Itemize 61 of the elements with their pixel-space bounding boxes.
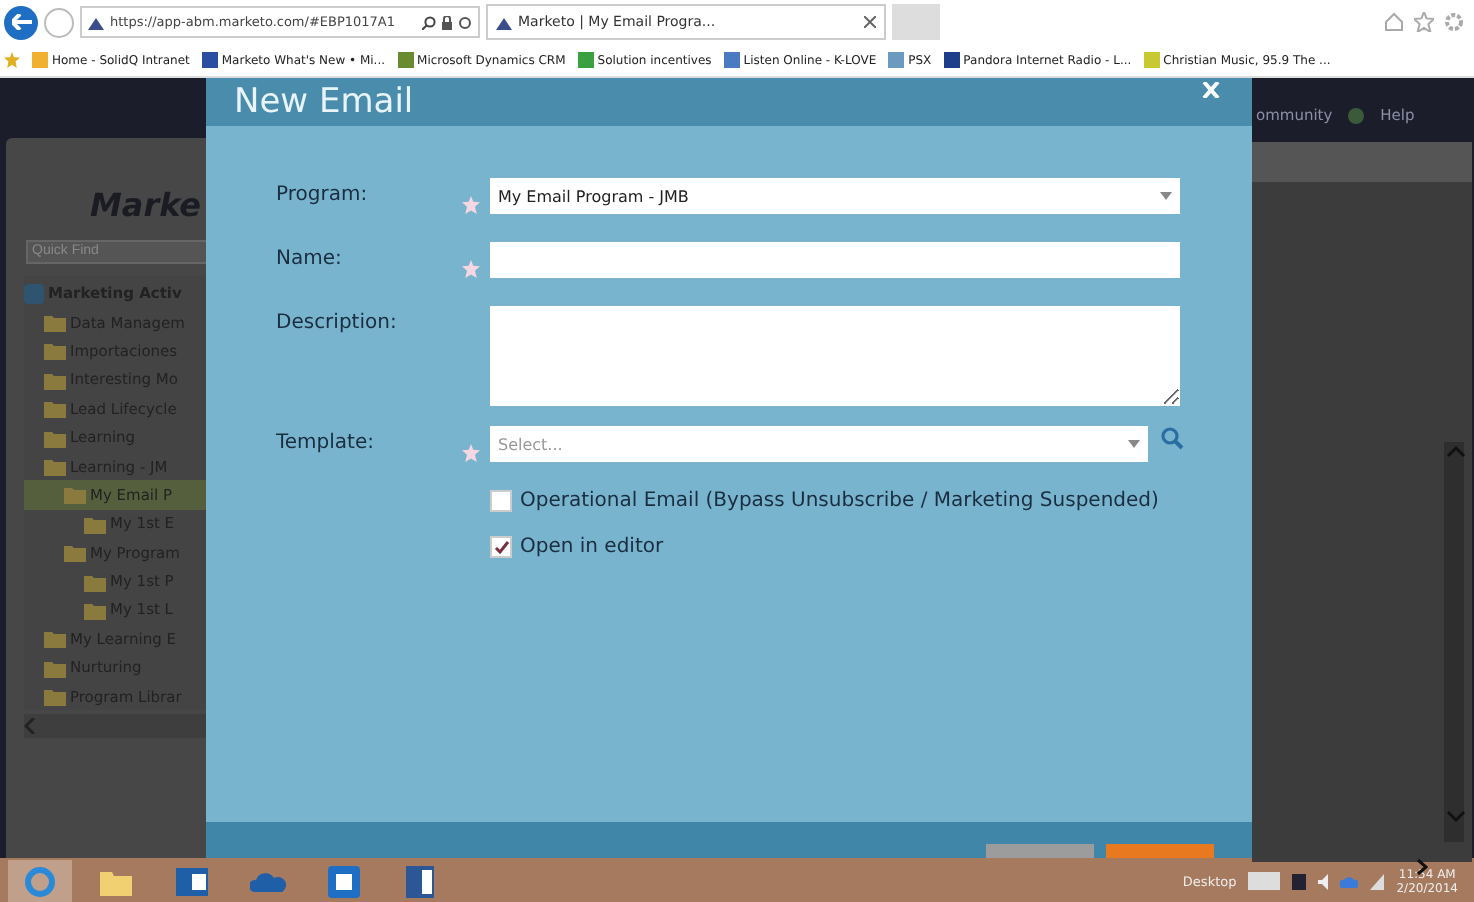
folder-icon [44,686,66,707]
folder-icon [100,867,132,895]
bookmark-icon [201,52,218,68]
vertical-scrollbar[interactable] [1444,442,1464,842]
scroll-left-icon[interactable] [24,718,36,735]
lock-icon [442,15,452,29]
home-icon[interactable] [1384,12,1404,32]
horizontal-scrollbar[interactable] [24,714,206,739]
forward-button[interactable] [44,7,74,37]
folder-icon [44,312,66,333]
bookmark-icon [943,52,960,68]
back-arrow-icon [11,14,31,30]
folder-icon [84,571,106,592]
folder-icon [44,398,66,419]
bookmark-icon [397,52,414,68]
keyboard-icon[interactable] [1248,872,1281,890]
field-label: Program: [276,182,370,206]
checkbox-label: Operational Email (Bypass Unsubscribe / Marketing Suspended) [520,490,1159,512]
page-icon [88,15,104,29]
folder-icon [44,340,66,361]
folder-icon [44,369,66,390]
caret-icon [1128,440,1140,448]
help-icon [1348,107,1365,123]
bookmark-icon [32,52,48,68]
folder-icon [64,542,86,563]
description-field[interactable] [490,306,1180,406]
speaker-icon[interactable] [1318,873,1329,889]
bookmark-icon [1143,52,1160,68]
folder-icon [44,657,66,678]
program-select[interactable]: My Email Program - JMB [490,178,1180,214]
dialog-title: New Email [234,80,414,126]
field-label: Template: [276,430,376,454]
favorites-star-icon[interactable] [4,52,20,68]
checkbox[interactable] [490,536,512,558]
browser-taskbar-button[interactable] [8,860,72,902]
document-icon [406,865,434,897]
search-icon[interactable] [422,15,436,29]
folder-icon [84,599,106,620]
network-icon[interactable] [1370,873,1385,889]
template-select[interactable]: Select... [490,426,1148,462]
bookmark-icon [888,52,905,68]
check-icon [493,540,509,554]
folder-icon [44,427,66,448]
star-icon[interactable] [1414,12,1434,32]
bookmark-icon [577,52,594,68]
field-label: Name: [276,246,344,270]
field-label: Description: [276,310,399,334]
close-icon[interactable] [864,16,876,28]
settings-icon[interactable] [1444,12,1464,32]
page-icon [496,15,512,29]
folder-icon [44,628,66,649]
caret-icon [1160,192,1172,200]
checkbox[interactable] [490,490,512,512]
checkbox-label: Open in editor [520,536,664,558]
cloud-icon [250,871,286,891]
back-button[interactable] [4,5,38,39]
scroll-up-icon[interactable] [1446,444,1466,458]
bookmark-icon [723,52,740,68]
name-field[interactable] [490,242,1180,278]
folder-icon [64,484,86,505]
scroll-down-icon[interactable] [1446,810,1466,824]
